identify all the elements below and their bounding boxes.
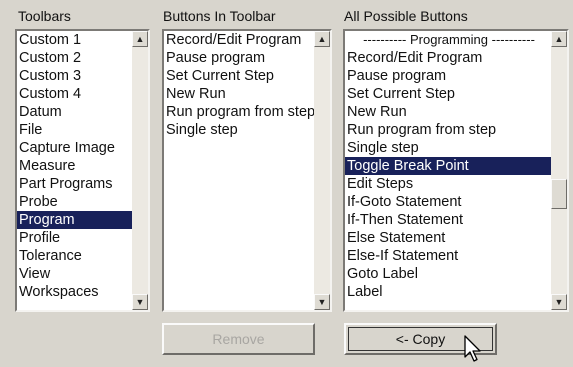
list-item[interactable]: Custom 1 [17, 31, 132, 49]
header-all-possible-buttons: All Possible Buttons [344, 8, 468, 24]
list-item[interactable]: Part Programs [17, 175, 132, 193]
list-item[interactable]: Single step [345, 139, 551, 157]
toolbars-list: Custom 1 Custom 2 Custom 3 Custom 4 Datum Fil… [17, 31, 132, 310]
list-item[interactable]: File [17, 121, 132, 139]
list-item[interactable]: Measure [17, 157, 132, 175]
all-possible-buttons-list: ---------- Programming ---------- Record/… [345, 31, 551, 310]
list-item[interactable]: New Run [164, 85, 314, 103]
list-item[interactable]: Program [17, 211, 132, 229]
header-buttons-in-toolbar: Buttons In Toolbar [163, 8, 276, 24]
list-item[interactable]: Record/Edit Program [345, 49, 551, 67]
list-item[interactable]: ---------- Programming ---------- [345, 31, 551, 49]
scroll-up-arrow-icon[interactable]: ▲ [132, 31, 148, 47]
toolbars-scrollbar[interactable]: ▲ ▼ [132, 31, 148, 310]
list-item[interactable]: Tolerance [17, 247, 132, 265]
toolbars-listbox[interactable]: Custom 1 Custom 2 Custom 3 Custom 4 Datum Fil… [15, 29, 150, 312]
list-item[interactable]: Workspaces [17, 283, 132, 301]
scroll-down-arrow-icon[interactable]: ▼ [551, 294, 567, 310]
all-possible-buttons-listbox[interactable]: ---------- Programming ---------- Record/… [343, 29, 569, 312]
scrollbar-thumb[interactable] [551, 179, 567, 209]
scroll-down-arrow-icon[interactable]: ▼ [132, 294, 148, 310]
buttons-in-toolbar-list: Record/Edit Program Pause program Set Curr… [164, 31, 314, 310]
list-item[interactable]: Datum [17, 103, 132, 121]
list-item[interactable]: Single step [164, 121, 314, 139]
list-item[interactable]: Pause program [164, 49, 314, 67]
list-item[interactable]: Custom 2 [17, 49, 132, 67]
list-item[interactable]: Probe [17, 193, 132, 211]
buttons-in-toolbar-scrollbar[interactable]: ▲ ▼ [314, 31, 330, 310]
list-item[interactable]: Toggle Break Point [345, 157, 551, 175]
list-item[interactable]: Profile [17, 229, 132, 247]
list-item[interactable]: Record/Edit Program [164, 31, 314, 49]
list-item[interactable]: Run program from step [345, 121, 551, 139]
list-item[interactable]: Set Current Step [345, 85, 551, 103]
list-item[interactable]: Run program from step [164, 103, 314, 121]
list-item[interactable]: Custom 4 [17, 85, 132, 103]
list-item[interactable]: Else Statement [345, 229, 551, 247]
scroll-up-arrow-icon[interactable]: ▲ [551, 31, 567, 47]
mouse-pointer-icon [464, 335, 481, 362]
list-item[interactable]: Else-If Statement [345, 247, 551, 265]
scroll-down-arrow-icon[interactable]: ▼ [314, 294, 330, 310]
list-item[interactable]: Custom 3 [17, 67, 132, 85]
header-toolbars: Toolbars [18, 8, 71, 24]
list-item[interactable]: Pause program [345, 67, 551, 85]
list-item[interactable]: Label [345, 283, 551, 301]
list-item[interactable]: Edit Steps [345, 175, 551, 193]
buttons-in-toolbar-listbox[interactable]: Record/Edit Program Pause program Set Curr… [162, 29, 332, 312]
remove-button[interactable]: Remove [162, 323, 315, 355]
list-item[interactable]: New Run [345, 103, 551, 121]
list-item[interactable]: Set Current Step [164, 67, 314, 85]
list-item[interactable]: Capture Image [17, 139, 132, 157]
list-item[interactable]: If-Goto Statement [345, 193, 551, 211]
all-possible-buttons-scrollbar[interactable]: ▲ ▼ [551, 31, 567, 310]
list-item[interactable]: If-Then Statement [345, 211, 551, 229]
scroll-up-arrow-icon[interactable]: ▲ [314, 31, 330, 47]
list-item[interactable]: Goto Label [345, 265, 551, 283]
list-item[interactable]: View [17, 265, 132, 283]
